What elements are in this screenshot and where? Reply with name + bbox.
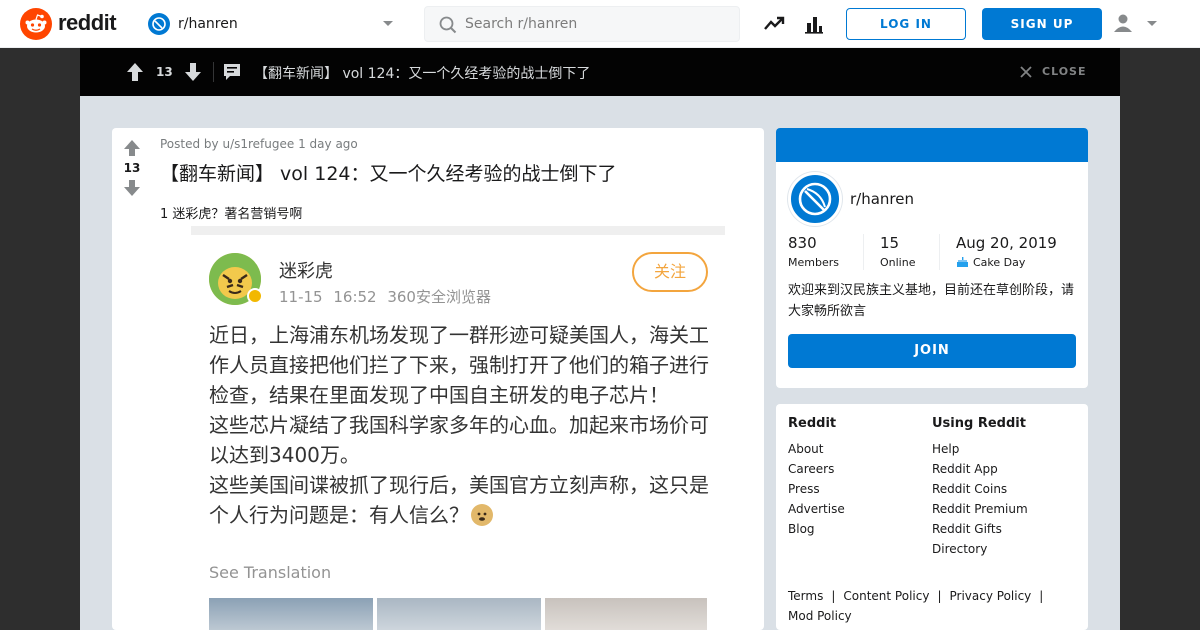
verified-badge-icon	[247, 288, 263, 304]
top-header: reddit r/hanren LOG IN SIGN UP	[0, 0, 1200, 48]
embed-body: 近日，上海浦东机场发现了一群形迹可疑美国人，海关工作人员直接把他们拦了下来，强制…	[209, 320, 709, 530]
link-blog[interactable]: Blog	[788, 519, 845, 539]
online-count: 15	[880, 234, 900, 252]
divider	[939, 234, 940, 270]
post-bar-vote-count: 13	[156, 65, 173, 79]
link-reddit-coins[interactable]: Reddit Coins	[932, 479, 1028, 499]
search-icon	[439, 16, 457, 34]
reddit-wordmark[interactable]: reddit	[58, 10, 117, 36]
login-button[interactable]: LOG IN	[846, 8, 966, 40]
cake-day-stat: Aug 20, 2019 Cake Day	[956, 234, 1057, 269]
vote-count: 13	[123, 161, 141, 175]
join-button[interactable]: JOIN	[788, 334, 1076, 368]
post-image[interactable]: 迷彩虎 11-15 16:52 360安全浏览器 关注 近日，上海浦东机场发现了…	[191, 226, 725, 630]
cake-day-label: Cake Day	[973, 256, 1026, 269]
upvote-icon[interactable]	[126, 62, 144, 82]
downvote-icon[interactable]	[184, 62, 202, 82]
community-selector-label: r/hanren	[178, 16, 238, 32]
post-bar-title[interactable]: 【翻车新闻】 vol 124：又一个久经考验的战士倒下了	[254, 63, 590, 83]
doge-emoji-icon	[471, 504, 493, 526]
upvote-icon[interactable]	[122, 138, 142, 158]
link-reddit-gifts[interactable]: Reddit Gifts	[932, 519, 1028, 539]
members-count: 830	[788, 234, 817, 252]
link-privacy-policy[interactable]: Privacy Policy	[950, 589, 1032, 603]
chevron-down-icon	[383, 21, 393, 26]
separator: |	[937, 589, 942, 603]
follow-button: 关注	[632, 252, 708, 292]
search-box[interactable]	[424, 6, 740, 42]
about-community-card: r/hanren 830 Members 15 Online Aug 20, 2…	[776, 128, 1088, 388]
user-icon	[1114, 14, 1132, 32]
close-label: CLOSE	[1042, 65, 1087, 78]
link-mod-policy[interactable]: Mod Policy	[788, 609, 852, 623]
embed-paragraph: 这些美国间谍被抓了现行后，美国官方立刻声称，这只是个人行为问题是：有人信么？	[209, 470, 709, 530]
embed-meta: 11-15 16:52 360安全浏览器	[279, 288, 491, 306]
divider	[863, 234, 864, 270]
members-stat: 830 Members	[788, 234, 839, 269]
search-input[interactable]	[465, 7, 735, 41]
online-stat: 15 Online	[880, 234, 915, 269]
link-about[interactable]: About	[788, 439, 845, 459]
community-icon[interactable]	[788, 172, 842, 226]
online-label: Online	[880, 256, 916, 269]
community-selector[interactable]: r/hanren	[148, 12, 398, 36]
links-heading: Reddit	[788, 416, 837, 431]
embed-paragraph-text: 这些美国间谍被抓了现行后，美国官方立刻声称，这只是个人行为问题是：有人信么？	[209, 473, 709, 527]
link-content-policy[interactable]: Content Policy	[843, 589, 929, 603]
downvote-icon[interactable]	[122, 178, 142, 198]
about-header-banner	[776, 128, 1088, 162]
link-terms[interactable]: Terms	[788, 589, 823, 603]
post-meta: Posted by u/s1refugee 1 day ago	[160, 137, 358, 151]
embed-paragraph: 近日，上海浦东机场发现了一群形迹可疑美国人，海关工作人员直接把他们拦了下来，强制…	[209, 323, 709, 407]
link-reddit-app[interactable]: Reddit App	[932, 459, 1028, 479]
community-description: 欢迎来到汉民族主义基地，目前还在草创阶段，请大家畅所欲言	[788, 283, 1075, 319]
stats-icon[interactable]	[802, 12, 826, 36]
embed-author-name: 迷彩虎	[279, 261, 333, 282]
members-label: Members	[788, 256, 839, 269]
trending-icon[interactable]	[762, 12, 786, 36]
links-heading: Using Reddit	[932, 416, 1026, 431]
post-card: 13 Posted by u/s1refugee 1 day ago 【翻车新闻…	[112, 128, 764, 630]
link-advertise[interactable]: Advertise	[788, 499, 845, 519]
image-top-strip	[191, 226, 725, 235]
embed-photo	[209, 598, 373, 630]
embed-photo	[377, 598, 541, 630]
reddit-links-card: Reddit About Careers Press Advertise Blo…	[776, 404, 1088, 630]
community-icon	[148, 13, 170, 35]
posted-by-label: Posted by	[160, 137, 219, 151]
post-title: 【翻车新闻】 vol 124：又一个久经考验的战士倒下了	[160, 163, 617, 185]
post-text: 1 迷彩虎？著名营销号啊	[160, 207, 303, 222]
embed-paragraph: 这些芯片凝结了我国科学家多年的心血。加起来市场价可以达到3400万。	[209, 413, 709, 467]
see-translation-link: See Translation	[209, 563, 332, 582]
link-press[interactable]: Press	[788, 479, 845, 499]
comment-icon	[224, 64, 240, 80]
link-reddit-premium[interactable]: Reddit Premium	[932, 499, 1028, 519]
community-name[interactable]: r/hanren	[850, 190, 914, 208]
link-help[interactable]: Help	[932, 439, 1028, 459]
using-reddit-links-column: Using Reddit Help Reddit App Reddit Coin…	[932, 416, 1028, 559]
cake-day-date: Aug 20, 2019	[956, 234, 1057, 252]
link-careers[interactable]: Careers	[788, 459, 845, 479]
reddit-logo-icon[interactable]	[20, 8, 52, 40]
separator: |	[831, 589, 836, 603]
post-sticky-bar: 13 【翻车新闻】 vol 124：又一个久经考验的战士倒下了 CLOSE	[80, 48, 1120, 96]
post-time[interactable]: 1 day ago	[298, 137, 358, 151]
policy-links: Terms | Content Policy | Privacy Policy | Mod …	[788, 586, 1078, 626]
link-directory[interactable]: Directory	[932, 539, 1028, 559]
author-link[interactable]: u/s1refugee	[222, 137, 294, 151]
user-menu[interactable]	[1112, 12, 1162, 36]
close-icon	[1020, 66, 1032, 78]
separator: |	[1039, 589, 1044, 603]
signup-button[interactable]: SIGN UP	[982, 8, 1102, 40]
embed-photo	[545, 598, 707, 630]
reddit-links-column: Reddit About Careers Press Advertise Blo…	[788, 416, 845, 539]
cake-icon	[957, 257, 968, 267]
chevron-down-icon	[1147, 21, 1157, 26]
cake-day-label-row: Cake Day	[956, 256, 1057, 269]
vote-column: 13	[112, 128, 152, 630]
divider	[213, 62, 214, 82]
